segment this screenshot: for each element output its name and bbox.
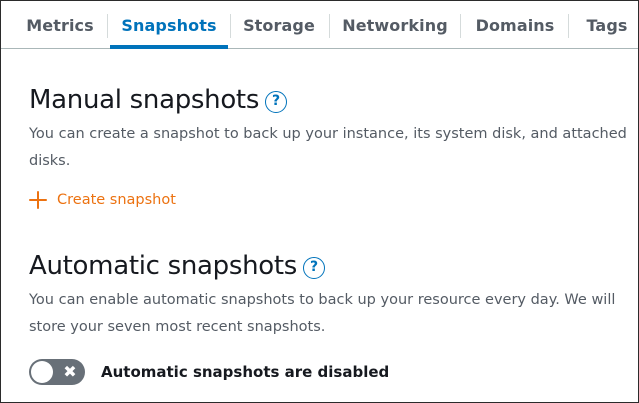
tab-domains-label: Domains xyxy=(475,15,555,35)
toggle-knob xyxy=(31,361,53,383)
automatic-snapshots-status: Automatic snapshots are disabled xyxy=(101,363,390,381)
create-snapshot-label: Create snapshot xyxy=(57,192,176,208)
manual-snapshots-title: Manual snapshots xyxy=(29,85,260,115)
automatic-snapshots-toggle[interactable]: ✖ xyxy=(29,359,85,385)
automatic-snapshots-title: Automatic snapshots xyxy=(29,251,298,281)
tab-tags[interactable]: Tags xyxy=(569,1,639,49)
snapshots-panel: Metrics Snapshots Storage Networking Dom… xyxy=(0,0,639,403)
help-icon[interactable]: ? xyxy=(265,91,288,113)
tab-bar: Metrics Snapshots Storage Networking Dom… xyxy=(1,1,638,49)
automatic-snapshots-heading: Automatic snapshots? xyxy=(29,251,326,281)
manual-snapshots-heading: Manual snapshots? xyxy=(29,85,288,115)
create-snapshot-link[interactable]: Create snapshot xyxy=(29,187,176,213)
close-icon: ✖ xyxy=(63,362,77,381)
plus-icon xyxy=(29,191,47,209)
tab-networking-label: Networking xyxy=(342,15,448,35)
automatic-snapshots-toggle-row: ✖ Automatic snapshots are disabled xyxy=(29,358,389,386)
tab-networking[interactable]: Networking xyxy=(330,1,460,49)
tab-snapshots[interactable]: Snapshots xyxy=(110,1,228,49)
tab-metrics-label: Metrics xyxy=(26,15,94,35)
tab-divider xyxy=(107,14,108,38)
tab-domains[interactable]: Domains xyxy=(461,1,569,49)
tab-storage-label: Storage xyxy=(243,15,315,35)
tab-metrics[interactable]: Metrics xyxy=(13,1,107,49)
manual-snapshots-description: You can create a snapshot to back up you… xyxy=(29,126,627,169)
help-icon[interactable]: ? xyxy=(303,257,326,279)
tab-snapshots-label: Snapshots xyxy=(121,15,217,35)
tab-tags-label: Tags xyxy=(586,15,628,35)
tab-storage[interactable]: Storage xyxy=(231,1,327,49)
automatic-snapshots-description: You can enable automatic snapshots to ba… xyxy=(29,292,616,335)
